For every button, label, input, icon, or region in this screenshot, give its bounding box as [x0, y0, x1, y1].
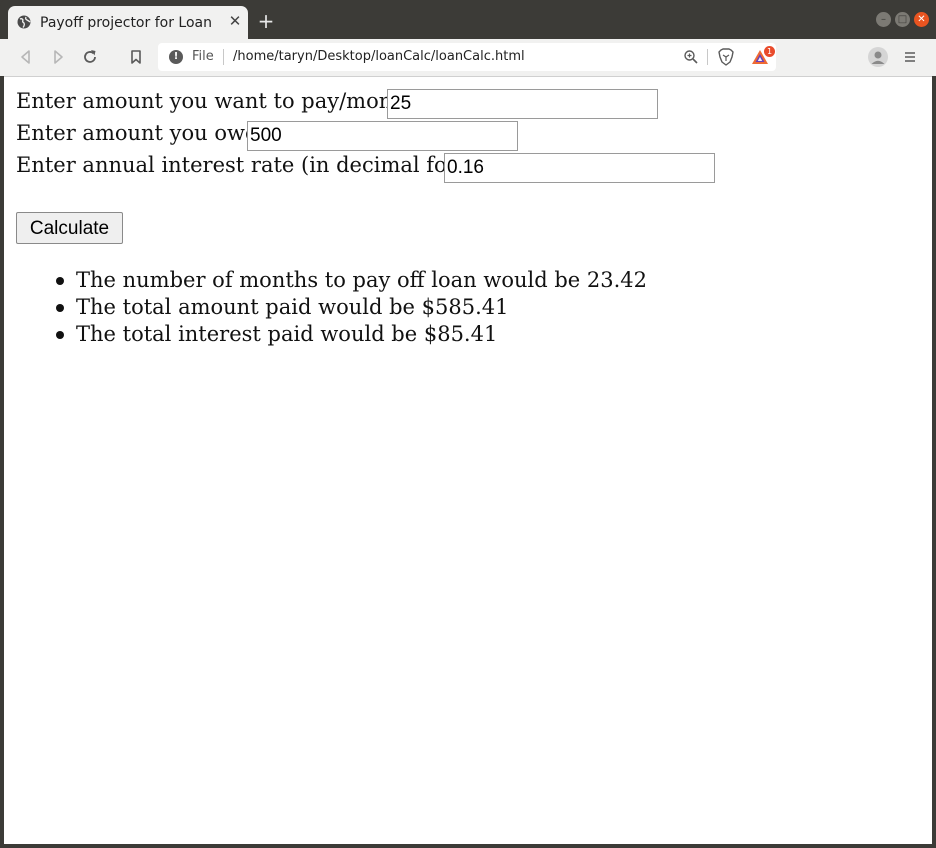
tab-title: Payoff projector for Loan [40, 15, 212, 31]
interest-rate-label: Enter annual interest rate (in decimal f… [16, 153, 492, 177]
browser-window: Payoff projector for Loan ✕ + – □ ✕ ! Fi… [0, 0, 936, 848]
brave-rewards-icon[interactable]: 1 [751, 46, 775, 66]
interest-rate-row: Enter annual interest rate (in decimal f… [16, 153, 492, 177]
calculate-button[interactable]: Calculate [16, 212, 123, 244]
browser-toolbar: ! File /home/taryn/Desktop/loanCalc/loan… [0, 39, 936, 77]
result-total-interest: The total interest paid would be $85.41 [16, 321, 647, 348]
results-list: The number of months to pay off loan wou… [16, 267, 647, 348]
menu-icon[interactable] [900, 47, 920, 67]
brave-lion-icon[interactable] [718, 48, 734, 66]
divider [223, 49, 224, 65]
page-viewport: Enter amount you want to pay/month: Ente… [4, 77, 932, 844]
result-total-paid: The total amount paid would be $585.41 [16, 294, 647, 321]
reload-icon[interactable] [80, 47, 100, 67]
amount-owed-input[interactable] [247, 121, 518, 151]
forward-arrow-icon[interactable] [48, 47, 68, 67]
interest-rate-input[interactable] [444, 153, 715, 183]
globe-icon [17, 15, 31, 29]
bookmark-icon[interactable] [126, 47, 146, 67]
amount-owed-label: Enter amount you owe: [16, 121, 265, 145]
divider [707, 49, 708, 65]
monthly-payment-input[interactable] [387, 89, 658, 119]
info-icon[interactable]: ! [169, 50, 183, 64]
close-icon[interactable]: ✕ [914, 12, 929, 27]
zoom-icon[interactable] [683, 49, 699, 65]
result-months: The number of months to pay off loan wou… [16, 267, 647, 294]
maximize-icon[interactable]: □ [895, 12, 910, 27]
minimize-icon[interactable]: – [876, 12, 891, 27]
url-text[interactable]: /home/taryn/Desktop/loanCalc/loanCalc.ht… [233, 49, 525, 64]
monthly-payment-row: Enter amount you want to pay/month: [16, 89, 421, 113]
back-arrow-icon[interactable] [16, 47, 36, 67]
notification-badge: 1 [764, 46, 775, 57]
tab-strip: Payoff projector for Loan ✕ + – □ ✕ [0, 0, 936, 39]
monthly-payment-label: Enter amount you want to pay/month: [16, 89, 422, 113]
close-icon[interactable]: ✕ [227, 13, 243, 29]
scheme-label: File [192, 49, 214, 64]
active-tab[interactable]: Payoff projector for Loan ✕ [8, 6, 248, 39]
amount-owed-row: Enter amount you owe: [16, 121, 265, 145]
plus-icon[interactable]: + [257, 11, 275, 31]
profile-icon[interactable] [868, 47, 888, 67]
address-bar[interactable]: ! File /home/taryn/Desktop/loanCalc/loan… [158, 43, 776, 71]
